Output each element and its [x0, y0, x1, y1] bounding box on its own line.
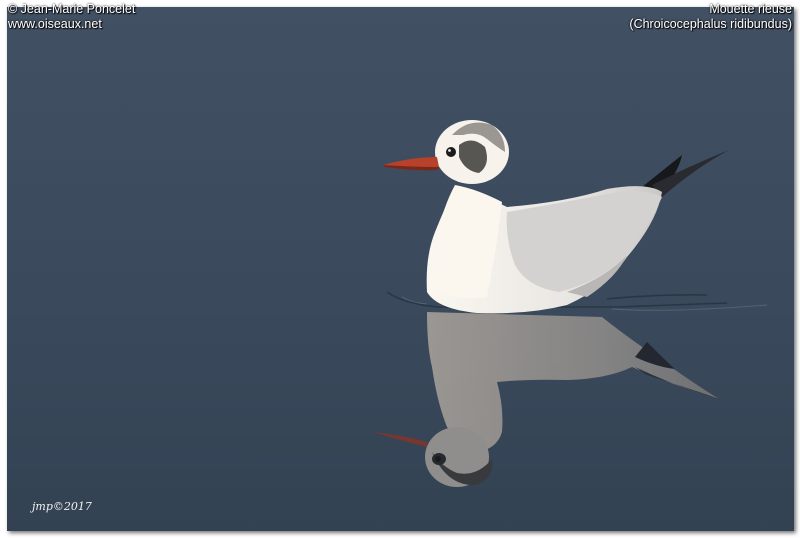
photographer-credit: © Jean-Marie Poncelet [8, 2, 136, 16]
species-common-name: Mouette rieuse [709, 2, 792, 16]
gull-photo-scene [7, 7, 794, 531]
species-block: Mouette rieuse (Chroicocephalus ridibund… [629, 2, 792, 32]
credit-block: © Jean-Marie Poncelet www.oiseaux.net [8, 2, 135, 32]
website-link[interactable]: www.oiseaux.net [8, 17, 135, 32]
species-scientific-name: (Chroicocephalus ridibundus) [629, 17, 792, 31]
water-background [7, 7, 794, 531]
photo [7, 7, 794, 531]
photographer-signature: jmp©2017 [32, 500, 92, 513]
